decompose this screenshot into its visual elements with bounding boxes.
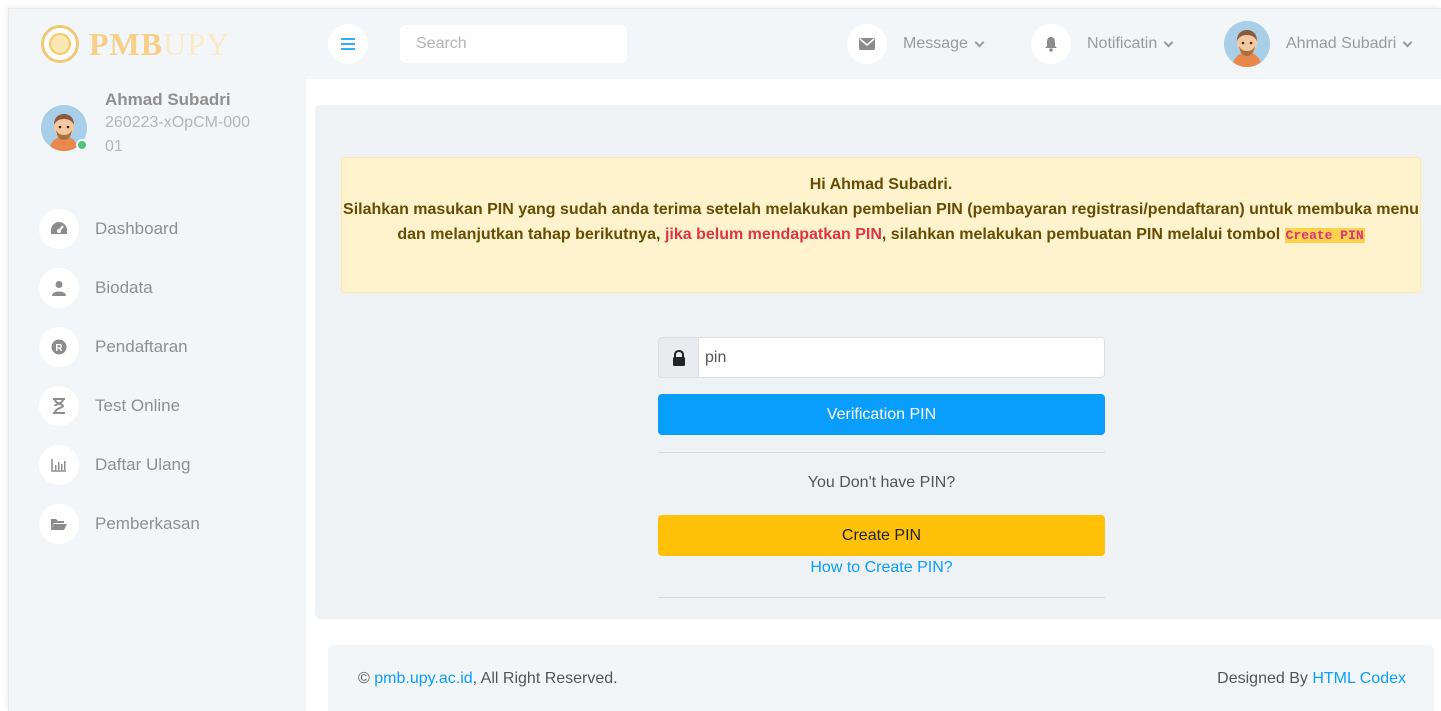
- registered-icon: R: [39, 326, 79, 367]
- notification-dropdown[interactable]: Notificatin: [1031, 24, 1174, 64]
- divider: [658, 452, 1105, 453]
- user-dropdown[interactable]: Ahmad Subadri: [1224, 21, 1413, 67]
- create-pin-button[interactable]: Create PIN: [658, 515, 1105, 556]
- site-link[interactable]: pmb.upy.ac.id: [374, 670, 472, 687]
- envelope-icon: [847, 24, 887, 64]
- alert-code-create-pin: Create PIN: [1284, 228, 1365, 243]
- brand-text: PMBUPY: [89, 25, 231, 62]
- sidebar-item-label: Pendaftaran: [95, 336, 188, 356]
- pin-form: Verification PIN You Don't have PIN? Cre…: [658, 337, 1105, 598]
- sidebar-item-label: Test Online: [95, 395, 181, 415]
- how-to-create-pin-link[interactable]: How to Create PIN?: [658, 556, 1105, 580]
- search-input[interactable]: [400, 25, 627, 63]
- svg-text:R: R: [55, 343, 63, 354]
- notification-label: Notificatin: [1087, 35, 1158, 52]
- sidebar-item-label: Pemberkasan: [95, 513, 200, 533]
- footer-credit: Designed By HTML Codex: [1217, 669, 1406, 687]
- user-name-label: Ahmad Subadri: [1286, 35, 1397, 52]
- profile-id: 260223-xOpCM-00001: [105, 114, 250, 155]
- user-icon: [39, 267, 79, 308]
- sidebar-profile: Ahmad Subadri 260223-xOpCM-00001: [41, 89, 265, 159]
- brand-logo[interactable]: PMBUPY: [41, 25, 230, 63]
- message-dropdown[interactable]: Message: [847, 24, 985, 64]
- profile-name: Ahmad Subadri: [105, 90, 231, 109]
- folder-open-icon: [39, 503, 79, 544]
- sidebar: PMBUPY Ahmad Subadri 260223-xOpCM-00001 …: [9, 9, 306, 711]
- hamburger-icon: [341, 43, 355, 45]
- message-label: Message: [903, 35, 968, 52]
- user-avatar: [1224, 21, 1270, 67]
- divider: [658, 597, 1105, 598]
- sidebar-item-dashboard[interactable]: Dashboard: [39, 199, 200, 258]
- sidebar-item-test-online[interactable]: Test Online: [39, 376, 200, 435]
- pin-alert: Hi Ahmad Subadri. Silahkan masukan PIN y…: [341, 157, 1421, 293]
- lock-icon: [658, 337, 698, 378]
- main-content: Hi Ahmad Subadri. Silahkan masukan PIN y…: [315, 105, 1441, 619]
- alert-highlight: jika belum mendapatkan PIN: [664, 226, 882, 243]
- chart-icon: [39, 444, 79, 485]
- sidebar-item-biodata[interactable]: Biodata: [39, 258, 200, 317]
- sidebar-item-daftar-ulang[interactable]: Daftar Ulang: [39, 435, 200, 494]
- alert-message: Silahkan masukan PIN yang sudah anda ter…: [343, 201, 1419, 243]
- dashboard-icon: [39, 208, 79, 249]
- university-seal-icon: [41, 25, 79, 63]
- designer-link[interactable]: HTML Codex: [1312, 670, 1406, 687]
- footer-copyright: © pmb.upy.ac.id, All Right Reserved.: [358, 669, 618, 687]
- hourglass-icon: [39, 385, 79, 426]
- pin-input[interactable]: [698, 337, 1105, 378]
- sidebar-item-label: Daftar Ulang: [95, 454, 191, 474]
- bell-icon: [1031, 24, 1071, 64]
- topbar: Message Notificatin Ahmad Subad: [306, 9, 1441, 79]
- pin-input-group: [658, 337, 1105, 378]
- alert-greeting: Hi Ahmad Subadri.: [809, 176, 953, 193]
- chevron-down-icon: [974, 37, 985, 47]
- sidebar-item-label: Dashboard: [95, 218, 179, 238]
- online-status-icon: [76, 139, 88, 151]
- sidebar-item-pemberkasan[interactable]: Pemberkasan: [39, 494, 200, 553]
- sidebar-item-pendaftaran[interactable]: R Pendaftaran: [39, 317, 200, 376]
- chevron-down-icon: [1402, 37, 1413, 47]
- chevron-down-icon: [1163, 37, 1174, 47]
- menu-toggle-button[interactable]: [328, 24, 368, 64]
- no-pin-text: You Don't have PIN?: [807, 474, 956, 491]
- verification-pin-button[interactable]: Verification PIN: [658, 394, 1105, 435]
- sidebar-item-label: Biodata: [95, 277, 153, 297]
- avatar: [41, 105, 88, 151]
- sidebar-nav: Dashboard Biodata R Pendaftaran Test Onl…: [39, 199, 200, 553]
- app-frame: PMBUPY Ahmad Subadri 260223-xOpCM-00001 …: [8, 8, 1441, 711]
- footer: © pmb.upy.ac.id, All Right Reserved. Des…: [328, 645, 1434, 711]
